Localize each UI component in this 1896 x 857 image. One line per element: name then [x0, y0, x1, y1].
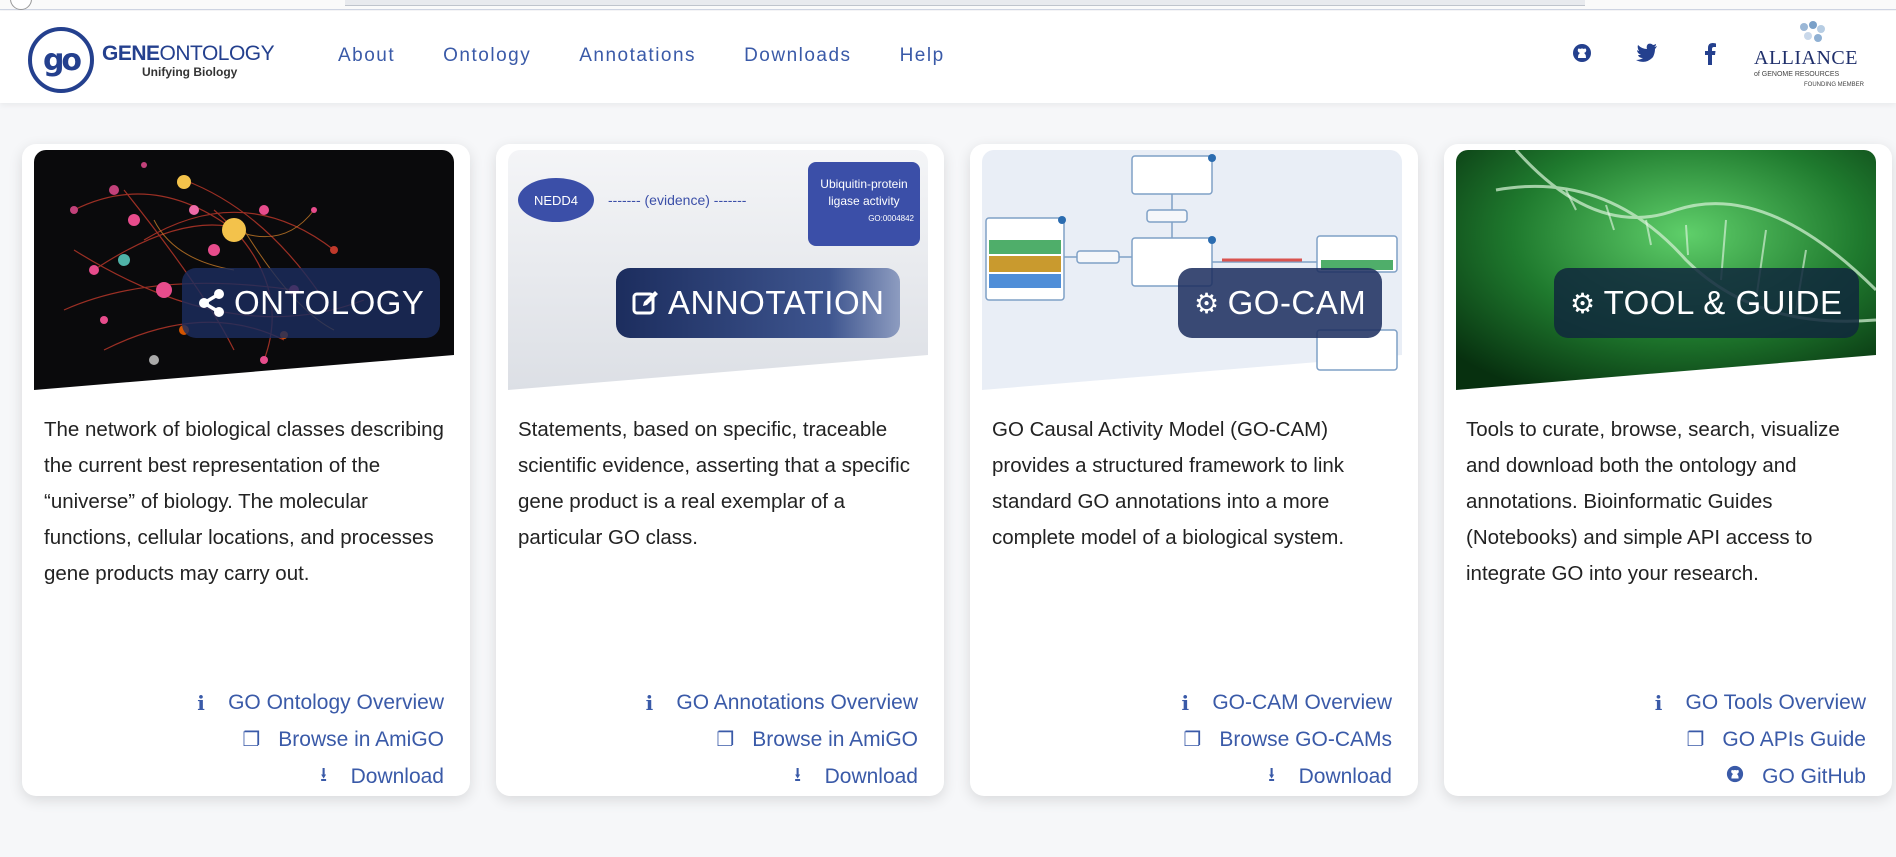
gear-icon: ⚙ — [1194, 287, 1220, 319]
ontology-badge[interactable]: ONTOLOGY — [182, 268, 441, 338]
tools-links: i GO Tools Overview ❐ GO APIs Guide GO Git… — [1648, 684, 1866, 795]
card-gocam: ⚙ GO-CAM GO Causal Activity Model (GO-CA… — [970, 144, 1418, 796]
gocam-badge[interactable]: ⚙ GO-CAM — [1178, 268, 1383, 338]
share-icon — [198, 288, 226, 318]
card-ontology: ONTOLOGY The network of biological class… — [22, 144, 470, 796]
nav-annotations[interactable]: Annotations — [579, 45, 696, 67]
download-icon: ⭳ — [794, 763, 802, 786]
gocam-links: i GO-CAM Overview ❐ Browse GO-CAMs ⭳ Downlo… — [1174, 684, 1393, 795]
info-icon: i — [645, 690, 654, 715]
annotation-browse-link[interactable]: ❐ Browse in AmiGO — [638, 721, 918, 758]
evidence-edge-label: ------- (evidence) ------- — [608, 192, 747, 208]
gear-icon: ⚙ — [1570, 287, 1596, 319]
ubiquitin-ligase-node: Ubiquitin-protein ligase activity GO:000… — [808, 162, 920, 246]
gocam-model-image[interactable]: ⚙ GO-CAM — [982, 150, 1402, 390]
twitter-icon[interactable] — [1636, 43, 1658, 69]
copy-icon: ❐ — [716, 729, 735, 751]
gocam-overview-link[interactable]: i GO-CAM Overview — [1174, 684, 1393, 721]
main-nav: About Ontology Annotations Downloads Hel… — [338, 45, 993, 67]
copy-icon: ❐ — [1183, 729, 1202, 751]
alliance-member-label: FOUNDING MEMBER — [1804, 82, 1864, 88]
browser-chrome — [0, 0, 1896, 10]
github-icon — [1724, 765, 1746, 789]
annotation-overview-link[interactable]: i GO Annotations Overview — [638, 684, 918, 721]
nav-ontology[interactable]: Ontology — [443, 45, 531, 67]
go-logo-mark: go — [28, 27, 94, 93]
ontology-browse-link[interactable]: ❐ Browse in AmiGO — [190, 721, 444, 758]
tools-description: Tools to curate, browse, search, visuali… — [1466, 418, 1840, 585]
alliance-logo[interactable]: ALLIANCE of GENOME RESOURCES FOUNDING ME… — [1754, 21, 1872, 95]
annotation-description: Statements, based on specific, traceable… — [518, 418, 910, 549]
tools-github-link[interactable]: GO GitHub — [1648, 758, 1866, 795]
tools-badge[interactable]: ⚙ TOOL & GUIDE — [1554, 268, 1859, 338]
github-icon[interactable] — [1572, 43, 1592, 69]
tools-api-guide-link[interactable]: ❐ GO APIs Guide — [1648, 721, 1866, 758]
ontology-description: The network of biological classes descri… — [44, 418, 444, 585]
gocam-description: GO Causal Activity Model (GO-CAM) provid… — [992, 418, 1345, 549]
ontology-network-image[interactable]: ONTOLOGY — [34, 150, 454, 390]
annotation-download-link[interactable]: ⭳ Download — [638, 758, 918, 795]
info-icon: i — [197, 690, 205, 715]
edit-icon — [632, 289, 660, 317]
alliance-title: ALLIANCE — [1754, 47, 1858, 69]
ontology-download-link[interactable]: ⭳ Download — [190, 758, 444, 795]
alliance-mark-icon — [1800, 21, 1825, 42]
annotation-diagram-image[interactable]: NEDD4 ------- (evidence) ------- Ubiquit… — [508, 150, 928, 390]
gocam-download-link[interactable]: ⭳ Download — [1174, 758, 1392, 795]
dna-helix-image[interactable]: ⚙ TOOL & GUIDE — [1456, 150, 1876, 390]
alliance-subtitle: of GENOME RESOURCES — [1754, 71, 1840, 78]
ontology-overview-link[interactable]: i GO Ontology Overview — [190, 684, 444, 721]
site-header: go GENEONTOLOGY Unifying Biology About O… — [0, 11, 1896, 103]
nav-downloads[interactable]: Downloads — [744, 45, 852, 67]
download-icon: ⭳ — [320, 763, 328, 786]
copy-icon: ❐ — [242, 729, 261, 751]
logo-title: GENEONTOLOGY — [102, 41, 275, 65]
annotation-badge[interactable]: ANNOTATION — [616, 268, 901, 338]
facebook-icon[interactable] — [1704, 43, 1716, 71]
nav-help[interactable]: Help — [900, 45, 945, 67]
browser-button[interactable] — [10, 0, 32, 10]
download-icon: ⭳ — [1268, 763, 1276, 786]
card-tools: ⚙ TOOL & GUIDE Tools to curate, browse, … — [1444, 144, 1892, 796]
info-icon: i — [1181, 690, 1190, 715]
site-logo[interactable]: go GENEONTOLOGY Unifying Biology — [28, 27, 275, 93]
address-bar[interactable] — [345, 0, 1585, 6]
ontology-links: i GO Ontology Overview ❐ Browse in AmiGO ⭳… — [190, 684, 444, 795]
copy-icon: ❐ — [1686, 729, 1705, 751]
gocam-browse-link[interactable]: ❐ Browse GO-CAMs — [1174, 721, 1392, 758]
logo-subtitle: Unifying Biology — [142, 64, 238, 79]
tools-overview-link[interactable]: i GO Tools Overview — [1648, 684, 1866, 721]
info-icon: i — [1654, 690, 1663, 715]
card-annotation: NEDD4 ------- (evidence) ------- Ubiquit… — [496, 144, 944, 796]
annotation-links: i GO Annotations Overview ❐ Browse in AmiG… — [638, 684, 918, 795]
nedd4-node: NEDD4 — [518, 178, 594, 222]
nav-about[interactable]: About — [338, 45, 395, 67]
